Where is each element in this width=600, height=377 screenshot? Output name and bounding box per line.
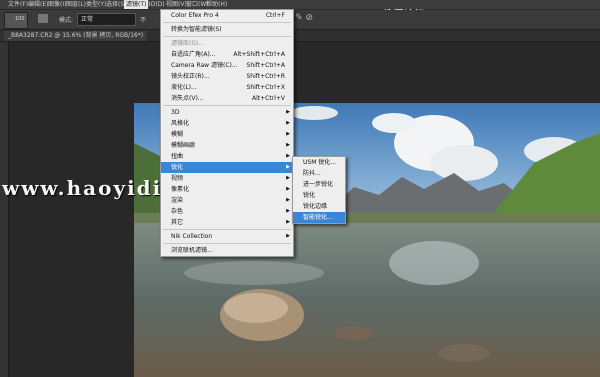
- airbrush-icon[interactable]: ✎: [295, 13, 303, 23]
- menu-item-label: 镜头校正(R)...: [171, 73, 210, 80]
- menu-item-shortcut: Shift+Ctrl+R: [246, 73, 285, 80]
- menu-item-label: 其它: [171, 219, 184, 226]
- menu-separator: [163, 229, 291, 230]
- menu-item[interactable]: 其它 ▶: [161, 217, 293, 228]
- menu-item-label: 像素化: [171, 186, 190, 193]
- menu-item[interactable]: 消失点(V)... Alt+Ctrl+V: [161, 93, 293, 104]
- menu-item[interactable]: 自适应广角(A)... Alt+Shift+Ctrl+A: [161, 49, 293, 60]
- menu-item[interactable]: 锐化: [293, 190, 345, 201]
- pressure-icon[interactable]: ⊘: [306, 13, 314, 23]
- menu-item[interactable]: Nik Collection ▶: [161, 231, 293, 242]
- menu-item[interactable]: 防抖...: [293, 168, 345, 179]
- document-tab[interactable]: _B8A3287.CR2 @ 15.6% (背景 拷贝, RGB/16*): [4, 31, 148, 41]
- submenu-arrow-icon: ▶: [286, 153, 290, 159]
- menu-item[interactable]: 模糊 ▶: [161, 129, 293, 140]
- menu-item-label: 锐化: [171, 164, 184, 171]
- menu-item-label: 进一步锐化: [303, 181, 334, 188]
- menu-item-label: 视频: [171, 175, 184, 182]
- menu-item-label: 锐化边缘: [303, 203, 328, 210]
- sharpen-submenu: USM 锐化... 防抖... 进一步锐化锐化锐化边缘智能锐化...: [292, 156, 346, 224]
- menu-item[interactable]: 像素化 ▶: [161, 184, 293, 195]
- menu-item-shortcut: Alt+Shift+Ctrl+A: [233, 51, 285, 58]
- menu-item-label: 防抖...: [303, 170, 321, 177]
- menu-separator: [163, 243, 291, 244]
- menu-item-label: 风格化: [171, 120, 190, 127]
- menu-item-label: Camera Raw 滤镜(C)...: [171, 62, 238, 69]
- menu-item[interactable]: 进一步锐化: [293, 179, 345, 190]
- submenu-arrow-icon: ▶: [286, 186, 290, 192]
- menu-item[interactable]: 扭曲 ▶: [161, 151, 293, 162]
- menu-item-label: 自适应广角(A)...: [171, 51, 216, 58]
- menu-item-label: 3D: [171, 109, 180, 116]
- submenu-arrow-icon: ▶: [286, 175, 290, 181]
- submenu-arrow-icon: ▶: [286, 233, 290, 239]
- menu-item-label: 锐化: [303, 192, 316, 199]
- folder-icon[interactable]: [38, 14, 48, 23]
- menu-item-label: 模糊画廊: [171, 142, 196, 149]
- menu-item[interactable]: 转换为智能滤镜(S): [161, 24, 293, 35]
- menu-item-label: USM 锐化...: [303, 159, 337, 166]
- filter-menu: Color Efex Pro 4 Ctrl+F 转换为智能滤镜(S) 滤镜库(G)..…: [160, 9, 294, 257]
- menu-item[interactable]: 3D ▶: [161, 107, 293, 118]
- menu-item[interactable]: 模糊画廊 ▶: [161, 140, 293, 151]
- submenu-arrow-icon: ▶: [286, 164, 290, 170]
- menu-item-label: 转换为智能滤镜(S): [171, 26, 222, 33]
- menu-separator: [163, 36, 291, 37]
- mode-select[interactable]: 正常: [77, 13, 136, 26]
- menu-item-label: 滤镜库(G)...: [171, 40, 205, 47]
- menu-item-shortcut: Alt+Ctrl+V: [252, 95, 285, 102]
- mode-label: 模式:: [59, 17, 74, 24]
- menu-item-shortcut: Ctrl+F: [265, 12, 285, 19]
- menu-item-label: 模糊: [171, 131, 184, 138]
- menu-item[interactable]: 风格化 ▶: [161, 118, 293, 129]
- menu-10[interactable]: 帮助(H): [204, 0, 229, 9]
- menu-separator: [163, 105, 291, 106]
- menu-item[interactable]: Color Efex Pro 4 Ctrl+F: [161, 10, 293, 21]
- menu-item[interactable]: 浏览联机滤镜...: [161, 245, 293, 256]
- menu-item-label: 液化(L)...: [171, 84, 197, 91]
- submenu-arrow-icon: ▶: [286, 109, 290, 115]
- menu-item-label: 扭曲: [171, 153, 184, 160]
- menu-item-label: Nik Collection: [171, 233, 213, 240]
- menu-item[interactable]: 滤镜库(G)...: [161, 38, 293, 49]
- menu-item[interactable]: 锐化 ▶: [161, 162, 293, 173]
- submenu-arrow-icon: ▶: [286, 120, 290, 126]
- submenu-arrow-icon: ▶: [286, 131, 290, 137]
- menu-item-label: 杂色: [171, 208, 184, 215]
- menu-item[interactable]: 镜头校正(R)... Shift+Ctrl+R: [161, 71, 293, 82]
- menu-item[interactable]: USM 锐化...: [293, 157, 345, 168]
- menu-item-label: 智能锐化...: [303, 214, 333, 221]
- menu-item[interactable]: 杂色 ▶: [161, 206, 293, 217]
- submenu-arrow-icon: ▶: [286, 219, 290, 225]
- menu-item-shortcut: Shift+Ctrl+X: [246, 84, 285, 91]
- menu-item-shortcut: Shift+Ctrl+A: [246, 62, 285, 69]
- menu-item-label: 消失点(V)...: [171, 95, 204, 102]
- menu-item[interactable]: Camera Raw 滤镜(C)... Shift+Ctrl+A: [161, 60, 293, 71]
- submenu-arrow-icon: ▶: [286, 142, 290, 148]
- menu-item[interactable]: 视频 ▶: [161, 173, 293, 184]
- menu-item-label: 渲染: [171, 197, 184, 204]
- menu-item[interactable]: 锐化边缘: [293, 201, 345, 212]
- menu-item[interactable]: 液化(L)... Shift+Ctrl+X: [161, 82, 293, 93]
- menu-item[interactable]: 智能锐化...: [293, 212, 345, 223]
- opacity-label: 不: [140, 17, 147, 24]
- submenu-arrow-icon: ▶: [286, 197, 290, 203]
- menu-separator: [163, 22, 291, 23]
- options-right-icons: ✎ ⊘: [295, 13, 320, 24]
- vertical-ruler: [0, 42, 9, 377]
- menu-item-label: Color Efex Pro 4: [171, 12, 219, 19]
- menu-item[interactable]: 渲染 ▶: [161, 195, 293, 206]
- submenu-arrow-icon: ▶: [286, 208, 290, 214]
- menu-item-label: 浏览联机滤镜...: [171, 247, 213, 254]
- brush-size: 100: [15, 16, 25, 22]
